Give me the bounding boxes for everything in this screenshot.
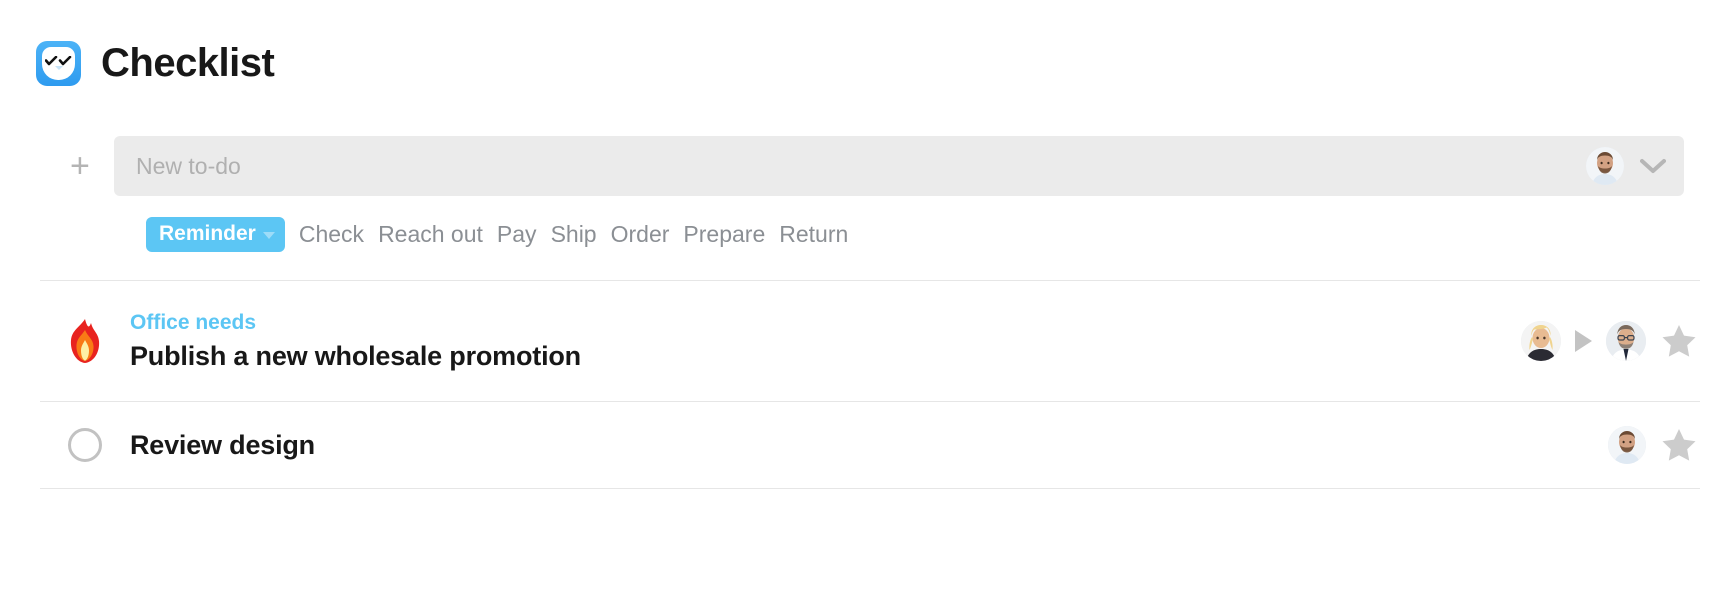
tag-check[interactable]: Check xyxy=(299,221,364,248)
table-row[interactable]: Review design xyxy=(0,402,1720,488)
tag-pay[interactable]: Pay xyxy=(497,221,537,248)
new-todo-field-wrapper[interactable] xyxy=(114,136,1684,196)
avatar-assignee[interactable] xyxy=(1608,426,1646,464)
tag-pill-reminder[interactable]: Reminder xyxy=(146,216,285,252)
table-row[interactable]: Office needs Publish a new wholesale pro… xyxy=(0,281,1720,401)
task-checkbox-wrapper xyxy=(40,428,130,462)
task-actions xyxy=(1521,321,1698,361)
radio-circle-icon[interactable] xyxy=(68,428,102,462)
avatar-assignee-from[interactable] xyxy=(1521,321,1561,361)
avatar-assignee-to[interactable] xyxy=(1606,321,1646,361)
tag-ship[interactable]: Ship xyxy=(551,221,597,248)
task-content: Review design xyxy=(130,430,1608,461)
new-todo-composer: + xyxy=(0,136,1720,196)
tag-filter-row: Reminder Check Reach out Pay Ship Order … xyxy=(0,216,1720,252)
checklist-app: Checklist + New to-do Reminder Check Rea… xyxy=(0,0,1720,594)
app-icon-checkmark-eyes xyxy=(45,55,72,66)
task-actions xyxy=(1608,426,1698,464)
play-triangle-icon[interactable] xyxy=(1575,330,1592,352)
chevron-down-icon[interactable] xyxy=(1640,158,1666,174)
app-header: Checklist xyxy=(0,0,1720,96)
chevron-down-icon xyxy=(262,231,275,239)
new-todo-input[interactable] xyxy=(136,152,1586,180)
tag-order[interactable]: Order xyxy=(611,221,670,248)
composer-assignee-avatar[interactable] xyxy=(1586,147,1624,185)
add-todo-icon[interactable]: + xyxy=(70,149,114,183)
task-title: Review design xyxy=(130,429,315,460)
task-title: Publish a new wholesale promotion xyxy=(130,340,581,371)
task-list: Office needs Publish a new wholesale pro… xyxy=(0,280,1720,489)
tag-prepare[interactable]: Prepare xyxy=(683,221,765,248)
tag-reach-out[interactable]: Reach out xyxy=(378,221,483,248)
task-content: Office needs Publish a new wholesale pro… xyxy=(130,311,1521,372)
flame-icon xyxy=(40,318,130,364)
checklist-app-icon xyxy=(36,40,81,86)
star-icon[interactable] xyxy=(1660,426,1698,464)
page-title: Checklist xyxy=(101,41,275,85)
tag-pill-label: Reminder xyxy=(159,221,256,245)
task-category-label: Office needs xyxy=(130,310,257,334)
star-icon[interactable] xyxy=(1660,322,1698,360)
divider xyxy=(40,488,1700,489)
tag-return[interactable]: Return xyxy=(779,221,848,248)
